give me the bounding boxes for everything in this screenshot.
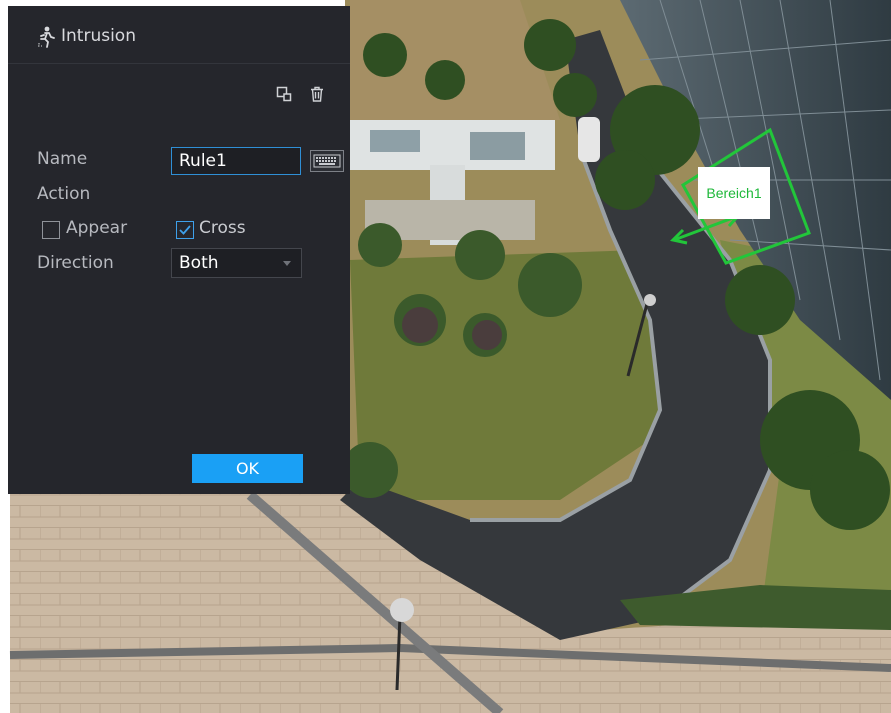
appear-label: Appear [66, 218, 128, 238]
draw-region-icon[interactable] [276, 86, 292, 102]
intrusion-config-panel: Intrusion Name Rule1 Action Appear Cross… [8, 6, 350, 494]
name-label: Name [37, 149, 88, 169]
region-label: Bereich1 [698, 167, 770, 219]
direction-label: Direction [37, 253, 114, 273]
action-label: Action [37, 184, 91, 204]
chevron-down-icon [283, 261, 291, 266]
cross-label: Cross [199, 218, 246, 238]
rule-name-input[interactable]: Rule1 [171, 147, 301, 175]
trash-icon[interactable] [309, 86, 325, 102]
keyboard-icon [313, 154, 341, 168]
ok-button[interactable]: OK [192, 454, 303, 483]
running-person-icon [36, 26, 56, 48]
cross-checkbox[interactable] [176, 221, 194, 239]
keyboard-button[interactable] [310, 150, 344, 172]
panel-title: Intrusion [61, 26, 136, 46]
appear-checkbox[interactable] [42, 221, 60, 239]
panel-header: Intrusion [8, 6, 350, 64]
direction-value: Both [179, 253, 219, 273]
direction-select[interactable]: Both [171, 248, 302, 278]
checkmark-icon [179, 225, 191, 235]
